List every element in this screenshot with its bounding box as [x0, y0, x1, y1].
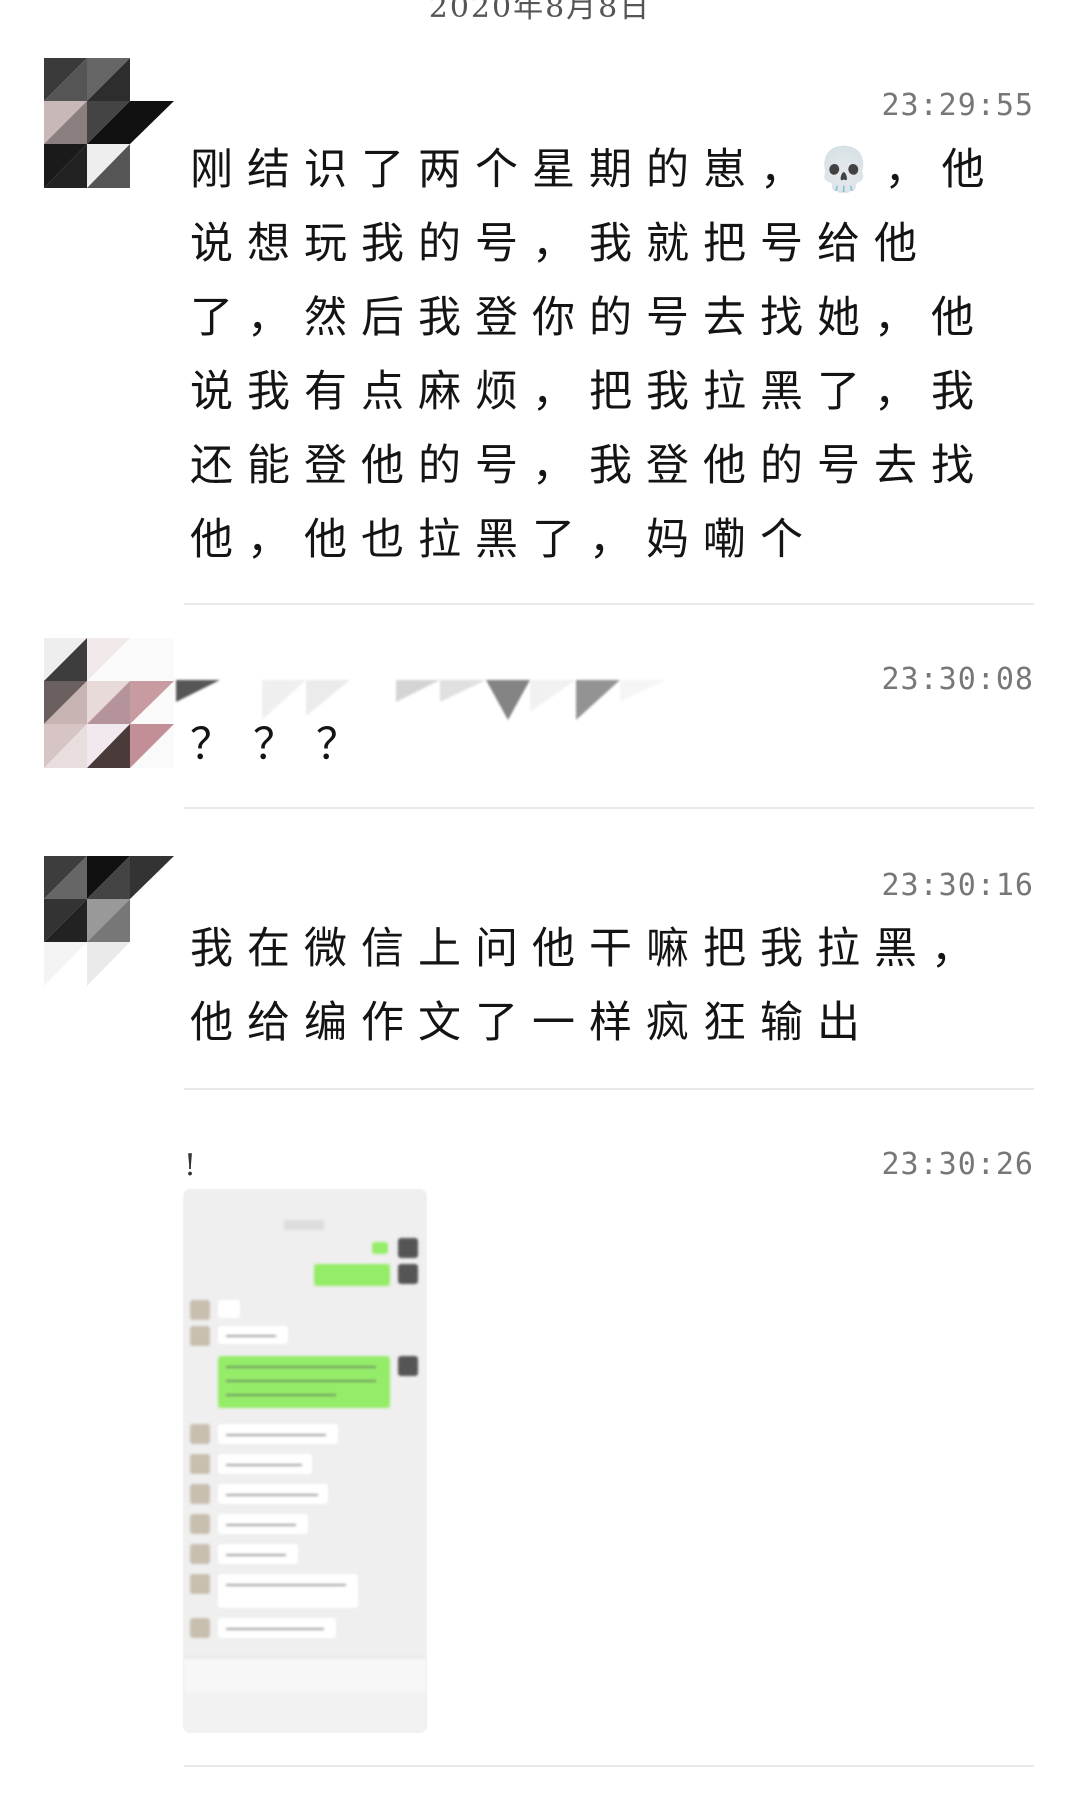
thumb-input-bar — [184, 1657, 426, 1692]
avatar[interactable] — [44, 638, 174, 768]
divider — [184, 807, 1034, 809]
message-text[interactable]: 我在微信上问他干嘛把我拉黑，他给编作文了一样疯狂输出 — [190, 912, 1020, 1060]
divider — [184, 603, 1034, 605]
sender-name: ! — [184, 1148, 197, 1183]
avatar[interactable] — [44, 856, 174, 986]
avatar[interactable] — [44, 58, 174, 188]
message-time: 23:29:55 — [881, 88, 1034, 123]
chat-screenshot-image[interactable] — [184, 1190, 426, 1732]
thumb-title — [284, 1220, 324, 1230]
thumb-nav-bar — [184, 1692, 426, 1732]
message-text[interactable]: 刚结识了两个星期的崽，💀，他说想玩我的号，我就把号给他了，然后我登你的号去找她，… — [190, 133, 1020, 577]
divider — [184, 1088, 1034, 1090]
divider — [184, 1765, 1034, 1767]
thumb-status-bar — [194, 1196, 416, 1210]
date-header: 2020年8月8日 — [428, 0, 652, 25]
message-time: 23:30:16 — [881, 868, 1034, 903]
message-text[interactable]: ？？？ — [190, 708, 1020, 782]
message-time: 23:30:08 — [881, 662, 1034, 697]
message-time: 23:30:26 — [881, 1147, 1034, 1182]
